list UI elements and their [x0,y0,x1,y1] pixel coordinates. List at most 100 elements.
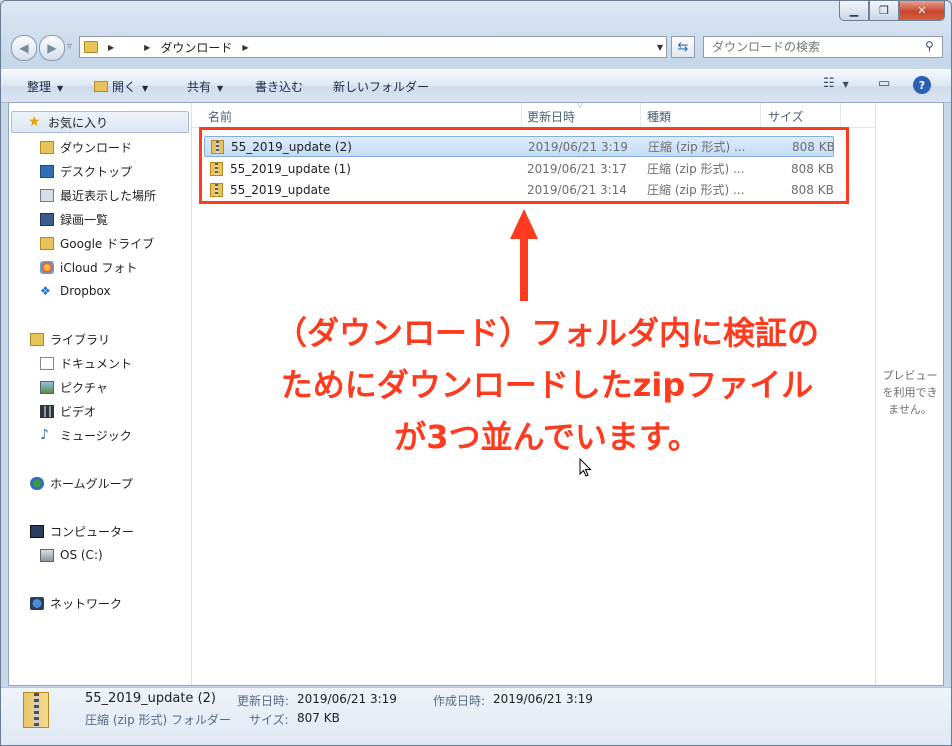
sidebar-item-os-drive[interactable]: OS (C:) [9,544,189,566]
recent-places-icon [40,188,54,202]
sidebar-item-label: ミュージック [60,428,132,443]
mouse-cursor-icon [579,458,592,477]
column-divider[interactable] [760,103,761,127]
sidebar-libraries[interactable]: ライブラリ [9,328,189,350]
breadcrumb-downloads[interactable]: ダウンロード [160,39,232,56]
chevron-down-icon: ▼ [217,84,224,93]
search-input[interactable] [703,36,943,58]
breadcrumb-chevron-icon[interactable]: ▶ [144,43,150,52]
pictures-icon [40,380,54,394]
sidebar-item-dropbox[interactable]: ❖ Dropbox [9,280,189,302]
back-button[interactable]: ◀ [11,35,37,61]
google-drive-folder-icon [40,236,54,250]
annotation-line: （ダウンロード）フォルダ内に検証の [274,314,819,352]
column-divider[interactable] [840,103,841,127]
libraries-icon [30,332,44,346]
sidebar-item-label: Dropbox [60,284,111,298]
column-divider[interactable] [640,103,641,127]
close-button[interactable]: ✕ [899,1,945,21]
maximize-button[interactable]: ❐ [869,1,899,21]
preview-unavailable-text: プレビュー を利用でき ません。 [876,367,944,418]
refresh-icon: ⇆ [677,39,689,55]
folder-open-icon [94,81,108,92]
breadcrumb-chevron-icon[interactable]: ▶ [242,43,248,52]
folder-icon [84,41,98,53]
sidebar-item-label: 録画一覧 [60,212,109,227]
sidebar-item-label: デスクトップ [60,164,133,179]
share-button[interactable]: 共有 ▼ [187,78,223,95]
highlight-box [199,127,849,204]
column-size[interactable]: サイズ [768,108,804,125]
open-button[interactable]: 開く ▼ [94,78,148,95]
share-label: 共有 [187,80,212,94]
chevron-down-icon: ▼ [142,84,149,93]
sidebar-favorites-label: お気に入り [48,115,109,130]
sidebar-item-recent[interactable]: 最近表示した場所 [9,184,189,206]
details-size-label: サイズ: [249,713,289,727]
sidebar-item-videos[interactable]: ビデオ [9,400,189,422]
explorer-window: ▁ ❐ ✕ ◀ ▶ ▿ ▶ ▶ ダウンロード ▶ ▼ ⇆ ⚲ 整理 ▼ 開く ▼ 共… [0,0,952,746]
column-date[interactable]: 更新日時 [527,108,575,125]
sidebar-item-music[interactable]: ♪ ミュージック [9,424,189,446]
navigation-bar: ◀ ▶ ▿ ▶ ▶ ダウンロード ▶ ▼ ⇆ ⚲ [1,33,951,63]
column-divider[interactable] [521,103,522,127]
sidebar-item-label: ダウンロード [60,140,133,155]
annotation-text: （ダウンロード）フォルダ内に検証の ためにダウンロードしたzipファイル が3つ… [237,307,857,463]
details-file-name: 55_2019_update (2) [85,691,216,706]
breadcrumb-chevron-icon[interactable]: ▶ [108,43,114,52]
sidebar-item-label: OS (C:) [60,548,103,562]
search-icon[interactable]: ⚲ [925,40,937,52]
sidebar-item-label: Google ドライブ [60,236,155,251]
help-icon: ? [918,78,926,92]
address-bar[interactable]: ▶ ▶ ダウンロード ▶ ▼ [79,36,667,58]
navigation-pane: ★ お気に入り ダウンロード デスクトップ 最近表示した場所 録画一覧 Goog… [9,103,192,685]
view-options-button[interactable]: ☷ ▼ [823,76,849,91]
address-dropdown-icon[interactable]: ▼ [657,43,663,52]
sidebar-item-downloads[interactable]: ダウンロード [9,136,189,158]
sidebar-computer[interactable]: コンピューター [9,520,189,542]
annotation-arrow-shaft [520,233,528,301]
details-pane: 55_2019_update (2) 圧縮 (zip 形式) フォルダー 更新日… [1,687,951,745]
column-name[interactable]: 名前 [208,108,232,125]
sidebar-item-desktop[interactable]: デスクトップ [9,160,189,182]
sidebar-item-google-drive[interactable]: Google ドライブ [9,232,189,254]
details-size-value: 807 KB [297,711,340,725]
sidebar-homegroup[interactable]: ホームグループ [9,472,189,494]
details-file-type: 圧縮 (zip 形式) フォルダー [85,713,232,727]
preview-text-line: を利用でき [882,386,938,399]
preview-pane-button[interactable]: ▭ [878,76,890,91]
sidebar-item-recordings[interactable]: 録画一覧 [9,208,189,230]
forward-button[interactable]: ▶ [39,35,65,61]
drive-icon [40,548,54,562]
command-bar: 整理 ▼ 開く ▼ 共有 ▼ 書き込む 新しいフォルダー ☷ ▼ ▭ ? [1,69,951,103]
sidebar-item-documents[interactable]: ドキュメント [9,352,189,374]
history-dropdown-icon[interactable]: ▿ [67,41,72,52]
preview-pane: プレビュー を利用でき ません。 [875,103,944,685]
sidebar-item-pictures[interactable]: ピクチャ [9,376,189,398]
network-icon [30,596,44,610]
sidebar-item-icloud[interactable]: iCloud フォト [9,256,189,278]
new-folder-button[interactable]: 新しいフォルダー [333,78,429,95]
help-button[interactable]: ? [913,76,931,94]
dropbox-icon: ❖ [40,283,51,298]
organize-button[interactable]: 整理 ▼ [27,78,63,95]
chevron-down-icon: ▼ [842,80,849,89]
sort-indicator-icon: ▽ [577,100,584,109]
refresh-button[interactable]: ⇆ [671,36,695,58]
recorded-tv-icon [40,212,54,226]
details-modified-label: 更新日時: [237,694,290,708]
minimize-button[interactable]: ▁ [839,1,869,21]
details-created-label: 作成日時: [433,694,486,708]
sidebar-favorites[interactable]: ★ お気に入り [11,111,189,133]
sidebar-network[interactable]: ネットワーク [9,592,189,614]
view-icon: ☷ [823,76,835,91]
column-type[interactable]: 種類 [647,108,671,125]
sidebar-item-label: ドキュメント [60,356,133,371]
burn-button[interactable]: 書き込む [255,78,303,95]
documents-icon [40,356,54,370]
homegroup-icon [30,476,44,490]
desktop-icon [40,164,54,178]
chevron-down-icon: ▼ [57,84,64,93]
music-note-icon: ♪ [40,426,49,443]
back-arrow-icon: ◀ [19,41,29,55]
